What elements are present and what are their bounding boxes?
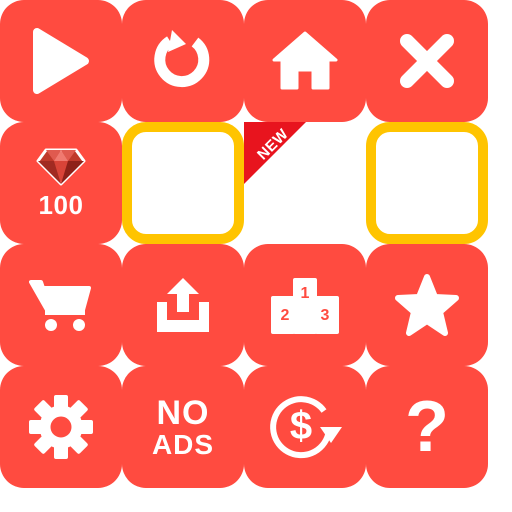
podium-first: 1	[301, 285, 310, 302]
empty-slot-2[interactable]	[366, 122, 488, 244]
help-label: ?	[405, 387, 449, 467]
help-button[interactable]: ?	[366, 366, 488, 488]
no-ads-button[interactable]: NO ADS	[122, 366, 244, 488]
new-badge: NEW	[244, 122, 306, 184]
gem-balance[interactable]: 100	[0, 122, 122, 244]
no-ads-line1: NO	[156, 393, 210, 432]
rate-button[interactable]	[366, 244, 488, 366]
leaderboard-button[interactable]: 1 2 3	[244, 244, 366, 366]
podium-second: 2	[281, 307, 290, 324]
currency-symbol: $	[290, 404, 312, 448]
restart-icon	[154, 30, 210, 88]
shop-button[interactable]	[0, 244, 122, 366]
home-icon	[272, 31, 338, 90]
play-icon	[33, 28, 89, 94]
gear-icon	[29, 395, 93, 459]
gem-icon	[36, 148, 86, 186]
star-icon	[395, 274, 459, 336]
settings-button[interactable]	[0, 366, 122, 488]
share-button[interactable]	[122, 244, 244, 366]
sparkle-icon	[353, 353, 379, 379]
no-ads-line2: ADS	[151, 428, 215, 460]
currency-exchange-icon: $	[270, 396, 342, 459]
podium-third: 3	[321, 307, 330, 324]
restart-button[interactable]	[122, 0, 244, 122]
cart-icon	[29, 280, 91, 331]
close-icon	[400, 34, 454, 88]
sparkle-icon	[109, 353, 135, 379]
play-button[interactable]	[0, 0, 122, 122]
empty-slot-1[interactable]	[122, 122, 244, 244]
close-button[interactable]	[366, 0, 488, 122]
currency-exchange-button[interactable]: $	[244, 366, 366, 488]
share-icon	[157, 278, 209, 332]
no-ads-label: NO ADS	[152, 396, 214, 459]
gem-count: 100	[38, 190, 84, 220]
home-button[interactable]	[244, 0, 366, 122]
podium-icon: 1 2 3	[271, 278, 339, 334]
